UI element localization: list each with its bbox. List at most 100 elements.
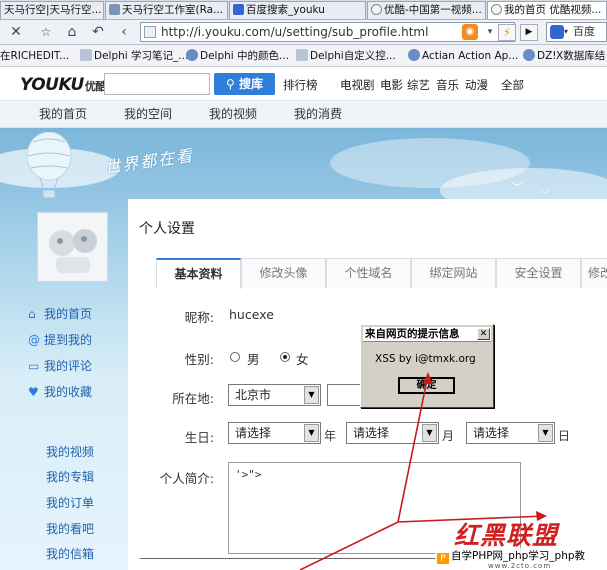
home-icon[interactable]: ⌂ [64, 24, 80, 40]
bookmark-item[interactable]: Delphi 中的颜色... [186, 48, 289, 64]
bookmark-item[interactable]: Actian Action Ap... [408, 48, 518, 64]
tab-modify[interactable]: 修改 [581, 258, 607, 288]
baidu-paw-icon [233, 4, 244, 15]
go-icon[interactable]: ▶ [520, 24, 538, 41]
browser-tab-active[interactable]: 我的首页 优酷视频... [487, 1, 607, 19]
youku-favicon-icon [491, 4, 502, 15]
sidebar-item-forum[interactable]: 我的看吧 [46, 522, 94, 537]
sidebar-item-orders[interactable]: 我的订单 [46, 496, 94, 511]
dropdown-arrow-icon[interactable]: ▾ [482, 24, 498, 40]
globe-icon [408, 49, 420, 61]
bookmark-label: DZ! [537, 50, 557, 62]
logo-text: YOUKU [20, 75, 84, 95]
sidebar-item-inbox[interactable]: 我的信箱 [46, 547, 94, 562]
page-icon [144, 26, 156, 38]
tab-label: 我的首页 优酷视频... [504, 4, 602, 16]
sidebar-item-albums[interactable]: 我的专辑 [46, 470, 94, 485]
select-value: 北京市 [235, 388, 272, 402]
select-value: 请选择 [353, 426, 390, 440]
bookmark-item[interactable]: X数据库结 [556, 48, 605, 64]
php-logo-icon: P [437, 553, 449, 564]
close-icon[interactable]: ✕ [8, 24, 24, 40]
chevron-down-icon: ▼ [304, 424, 319, 442]
avatar[interactable] [37, 212, 108, 282]
bookmark-label: Delphi 中的颜色... [200, 50, 290, 62]
search-button-label: 搜库 [238, 77, 263, 91]
sidebar-item-label: 我的评论 [44, 359, 93, 373]
settings-tabs: 基本资料 修改头像 个性域名 绑定网站 安全设置 修改 [156, 258, 607, 289]
dialog-message: XSS by i@tmxk.org [375, 353, 476, 365]
city-select[interactable] [327, 384, 363, 406]
search-engine-box[interactable]: ▾ 百度 [546, 22, 607, 42]
tab-domain[interactable]: 个性域名 [326, 258, 411, 288]
bookmark-label: 在RICHEDIT... [0, 50, 70, 62]
bookmark-item[interactable]: Delphi 学习笔记_... [80, 48, 188, 64]
hot-air-balloon-icon [26, 132, 72, 199]
gender-male-radio[interactable] [230, 352, 240, 362]
page-icon [296, 49, 308, 61]
address-bar[interactable]: http://i.youku.com/u/setting/sub_profile… [140, 22, 515, 42]
lightning-icon[interactable]: ⚡ [498, 24, 516, 41]
ok-button[interactable]: 确定 [398, 377, 455, 394]
province-select[interactable]: 北京市 ▼ [228, 384, 321, 406]
channel-link[interactable]: 音乐 [436, 77, 459, 93]
sidebar-item-label: 提到我的 [44, 333, 93, 347]
sidebar-item-home[interactable]: ⌂ 我的首页 [28, 307, 92, 322]
browser-tab-strip: 天马行空|天马行空... 天马行空工作室(Ra... 百度搜索_youku 优酷… [0, 0, 607, 20]
bird-icon: ︶ [512, 183, 522, 194]
browser-tab[interactable]: 百度搜索_youku [229, 1, 366, 19]
youku-logo[interactable]: YOUKU优酷 [20, 75, 106, 95]
page-favicon-icon [109, 4, 120, 15]
birth-month-select[interactable]: 请选择 ▼ [346, 422, 439, 444]
subnav-videos[interactable]: 我的视频 [209, 107, 257, 122]
tab-basic-info[interactable]: 基本资料 [156, 258, 241, 289]
browser-tab[interactable]: 天马行空工作室(Ra... [105, 1, 228, 19]
sidebar-item-videos[interactable]: 我的视频 [46, 445, 94, 460]
bookmark-label: Delphi自定义控... [310, 50, 396, 62]
sidebar-item-comments[interactable]: ▭ 我的评论 [28, 359, 92, 374]
gender-female-radio[interactable] [280, 352, 290, 362]
dropdown-arrow-icon: ▾ [564, 27, 569, 36]
globe-icon [523, 49, 535, 61]
bookmark-item[interactable]: Delphi自定义控... [296, 48, 396, 64]
sidebar-item-favorites[interactable]: ♥ 我的收藏 [28, 385, 92, 400]
birthday-label: 生日: [184, 430, 214, 445]
channel-link[interactable]: 全部 [501, 77, 524, 93]
tab-avatar[interactable]: 修改头像 [241, 258, 326, 288]
channel-link[interactable]: 综艺 [407, 77, 430, 93]
undo-icon[interactable]: ↶ [90, 24, 106, 40]
browser-tab[interactable]: 天马行空|天马行空... [0, 1, 104, 19]
channel-link[interactable]: 动漫 [465, 77, 488, 93]
bookmark-label: X数据库结 [556, 50, 606, 62]
channel-link[interactable]: 电影 [380, 77, 403, 93]
channel-link[interactable]: 电视剧 [340, 77, 375, 93]
day-unit: 日 [558, 429, 571, 443]
subnav-space[interactable]: 我的空间 [124, 107, 172, 122]
chevron-down-icon: ▼ [538, 424, 553, 442]
birth-day-select[interactable]: 请选择 ▼ [466, 422, 555, 444]
gender-label: 性别: [184, 352, 214, 367]
search-button[interactable]: ⚲ 搜库 [214, 73, 275, 95]
subnav-home[interactable]: 我的首页 [39, 107, 87, 122]
search-input[interactable] [104, 73, 210, 95]
tab-bind-site[interactable]: 绑定网站 [411, 258, 496, 288]
rss-icon[interactable]: ◉ [462, 24, 478, 40]
back-icon[interactable]: ‹ [116, 24, 132, 40]
bookmark-item[interactable]: DZ! [523, 48, 557, 64]
tab-label: 百度搜索_youku [246, 4, 325, 16]
tab-label: 优酷-中国第一视频... [384, 4, 482, 16]
subnav-spending[interactable]: 我的消费 [294, 107, 342, 122]
close-icon[interactable]: ✕ [477, 328, 490, 340]
birth-year-select[interactable]: 请选择 ▼ [228, 422, 321, 444]
tab-security[interactable]: 安全设置 [496, 258, 581, 288]
tab-label: 天马行空工作室(Ra... [122, 4, 224, 16]
page-title: 个人设置 [139, 221, 195, 237]
sidebar-item-mentions[interactable]: @ 提到我的 [28, 333, 92, 348]
bio-value: '>"> [235, 468, 262, 481]
star-icon[interactable]: ☆ [38, 24, 54, 40]
channel-link[interactable]: 排行榜 [283, 77, 318, 93]
gender-male-label: 男 [247, 352, 260, 367]
sidebar-item-label: 我的首页 [44, 307, 93, 321]
bookmark-item[interactable]: 在RICHEDIT... [0, 48, 69, 64]
browser-tab[interactable]: 优酷-中国第一视频... [367, 1, 486, 19]
